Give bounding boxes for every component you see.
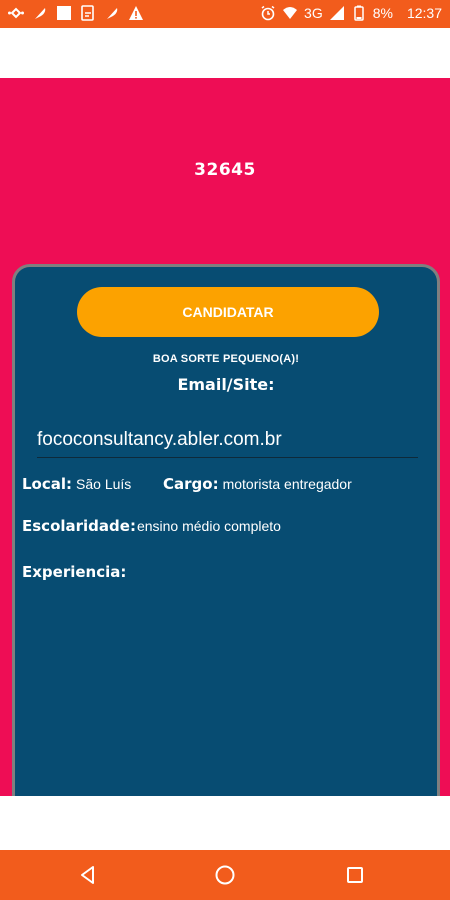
battery-icon bbox=[351, 5, 367, 21]
home-icon[interactable] bbox=[212, 862, 238, 888]
document-icon bbox=[80, 5, 96, 21]
email-label: Email/Site: bbox=[177, 375, 275, 394]
local-row: Local: São Luís bbox=[22, 475, 131, 493]
status-bar: 3G 8% 12:37 bbox=[0, 0, 450, 28]
cargo-value: motorista entregador bbox=[222, 476, 352, 492]
apply-button[interactable]: CANDIDATAR bbox=[77, 287, 379, 337]
alarm-icon bbox=[260, 5, 276, 21]
system-indicators: 3G 8% 12:37 bbox=[260, 5, 442, 21]
good-luck-message: BOA SORTE PEQUENO(A)! bbox=[152, 353, 300, 365]
battery-level: 8% bbox=[372, 5, 393, 21]
dots-diamond-icon bbox=[8, 5, 24, 21]
clock: 12:37 bbox=[406, 5, 442, 21]
signal-icon bbox=[329, 5, 345, 21]
escolaridade-row: Escolaridade: ensino médio completo bbox=[22, 517, 281, 535]
back-icon[interactable] bbox=[75, 862, 101, 888]
escolaridade-value: ensino médio completo bbox=[136, 518, 281, 534]
bottom-spacer bbox=[0, 796, 450, 850]
job-number: 32645 bbox=[194, 160, 256, 180]
warning-icon bbox=[128, 5, 144, 21]
escolaridade-label: Escolaridade: bbox=[22, 517, 136, 535]
navigation-bar bbox=[0, 850, 450, 900]
network-type: 3G bbox=[304, 5, 323, 21]
notification-icons bbox=[8, 5, 144, 21]
local-label: Local: bbox=[22, 475, 73, 493]
experiencia-row: Experiencia: bbox=[22, 563, 130, 581]
recents-icon[interactable] bbox=[342, 862, 368, 888]
feather-icon bbox=[32, 5, 48, 21]
feather-icon-2 bbox=[104, 5, 120, 21]
experiencia-label: Experiencia: bbox=[22, 563, 127, 581]
local-value: São Luís bbox=[76, 476, 132, 492]
cargo-row: Cargo: motorista entregador bbox=[163, 475, 352, 493]
top-spacer bbox=[0, 28, 450, 78]
wifi-icon bbox=[282, 5, 298, 21]
cargo-label: Cargo: bbox=[163, 475, 219, 493]
email-site-field[interactable]: fococonsultancy.abler.com.br bbox=[37, 429, 418, 458]
square-icon bbox=[56, 5, 72, 21]
job-card: CANDIDATAR BOA SORTE PEQUENO(A)! Email/S… bbox=[12, 264, 440, 824]
